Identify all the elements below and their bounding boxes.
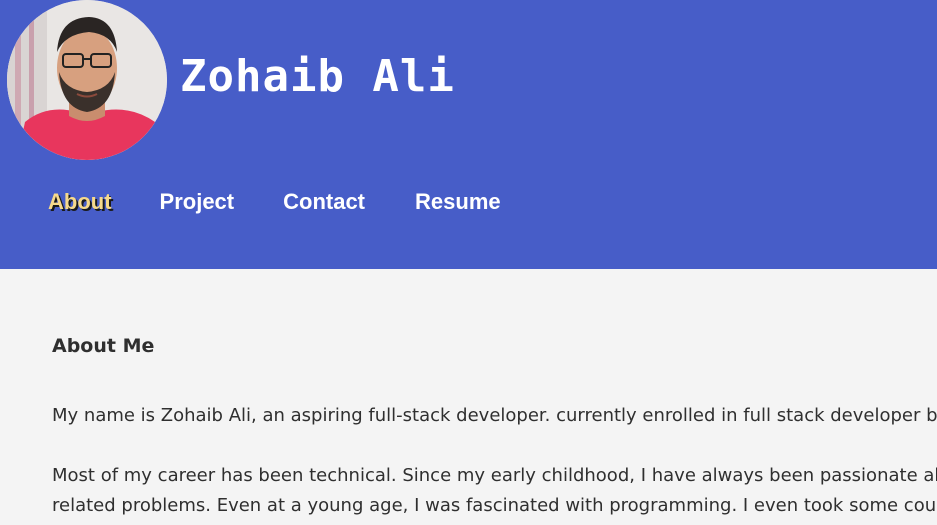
profile-photo [7,0,167,160]
avatar [7,0,167,160]
about-paragraph-2-line-1: Most of my career has been technical. Si… [52,465,937,486]
main-nav: About Project Contact Resume [48,186,501,218]
section-title: About Me [52,335,155,357]
nav-resume[interactable]: Resume [415,186,501,218]
nav-project[interactable]: Project [160,186,235,218]
about-section: About Me My name is Zohaib Ali, an aspir… [52,330,937,516]
about-paragraph-2-line-2: related problems. Even at a young age, I… [52,495,937,516]
about-paragraph-1: My name is Zohaib Ali, an aspiring full-… [52,405,937,426]
nav-about[interactable]: About [48,186,112,218]
nav-contact[interactable]: Contact [283,186,365,218]
site-title: Zohaib Ali [180,51,455,102]
site-header: Zohaib Ali About Project Contact Resume [0,0,937,269]
about-paragraph-2: Most of my career has been technical. Si… [52,461,937,521]
